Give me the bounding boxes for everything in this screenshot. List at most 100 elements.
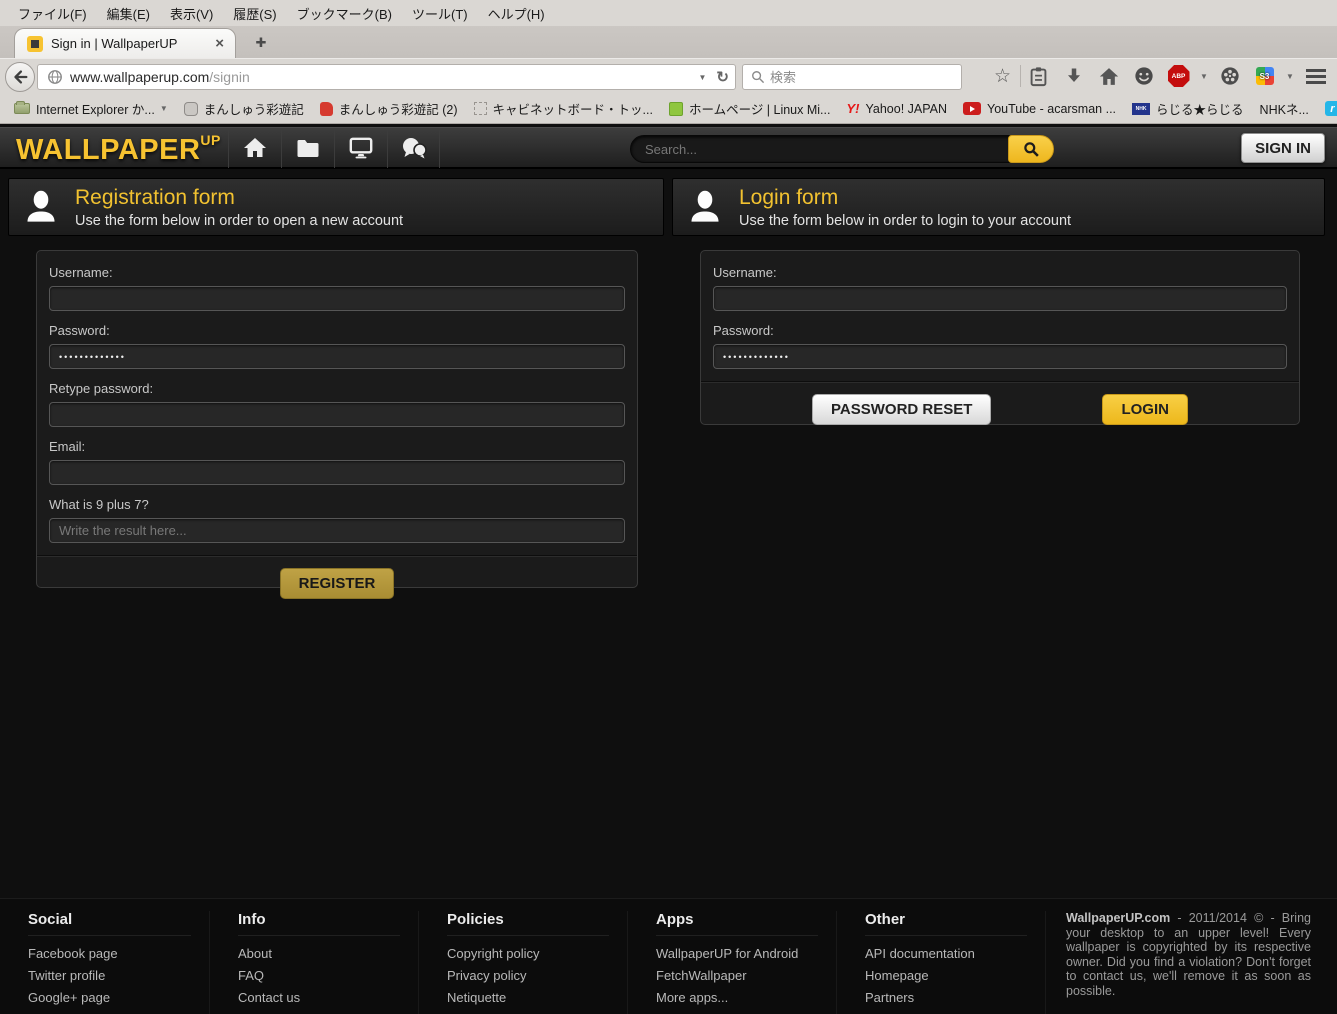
field-label: Password: <box>713 323 1287 338</box>
footer-link[interactable]: About <box>238 943 400 965</box>
footer-link[interactable]: Google+ page <box>28 987 191 1009</box>
chat-smiley-icon[interactable] <box>1126 58 1161 94</box>
footer-brand: WallpaperUP.com <box>1066 911 1170 925</box>
tab-close-icon[interactable]: × <box>212 35 227 52</box>
bookmark-radiko[interactable]: r radiko.jp <box>1317 97 1337 121</box>
footer-link[interactable]: Twitter profile <box>28 965 191 987</box>
tab-strip: Sign in | WallpaperUP × ✚ <box>0 26 1337 58</box>
back-button[interactable] <box>5 62 35 92</box>
footer-column-title: Info <box>238 911 400 936</box>
reg-password-input[interactable] <box>49 344 625 369</box>
search-icon <box>751 70 765 84</box>
footer-link[interactable]: API documentation <box>865 943 1027 965</box>
bookmark-star-icon[interactable]: ☆ <box>985 58 1020 94</box>
footer-link[interactable]: Facebook page <box>28 943 191 965</box>
menu-file[interactable]: ファイル(F) <box>8 1 97 26</box>
browser-search-box[interactable] <box>742 64 962 90</box>
login-subtitle: Use the form below in order to login to … <box>739 213 1071 229</box>
footer-link[interactable]: FetchWallpaper <box>656 965 818 987</box>
bookmark-item[interactable]: NHKネ... <box>1252 97 1317 121</box>
footer-column-info: Info About FAQ Contact us <box>209 911 418 1014</box>
field-label: Password: <box>49 323 625 338</box>
reg-captcha-input[interactable] <box>49 518 625 543</box>
footer-link[interactable]: Contact us <box>238 987 400 1009</box>
bookmark-nhk-radio[interactable]: NHK らじる★らじる <box>1124 97 1252 121</box>
screen: ファイル(F) 編集(E) 表示(V) 履歴(S) ブックマーク(B) ツール(… <box>0 0 1337 1014</box>
login-button[interactable]: LOGIN <box>1102 394 1188 425</box>
footer-link[interactable]: Privacy policy <box>447 965 609 987</box>
bookmark-label: YouTube - acarsman ... <box>987 102 1116 116</box>
yahoo-icon: Y! <box>846 101 859 116</box>
reload-icon[interactable]: ↻ <box>716 68 729 86</box>
home-icon[interactable] <box>1091 58 1126 94</box>
bookmark-item[interactable]: キャビネットボード・トッ... <box>466 97 661 121</box>
bookmark-label: らじる★らじる <box>1156 99 1244 118</box>
menu-hamburger-icon[interactable] <box>1298 58 1333 94</box>
bookmark-label: NHKネ... <box>1260 99 1309 118</box>
nav-desktop-button[interactable] <box>334 128 387 168</box>
adblock-dropdown-icon[interactable]: ▼ <box>1196 58 1212 94</box>
nav-categories-button[interactable] <box>281 128 334 168</box>
menu-view[interactable]: 表示(V) <box>160 1 223 26</box>
footer-about: WallpaperUP.com - 2011/2014 © - Bring yo… <box>1045 911 1337 1014</box>
footer-about-text: WallpaperUP.com - 2011/2014 © - Bring yo… <box>1066 911 1311 998</box>
login-password-input[interactable] <box>713 344 1287 369</box>
nav-chat-button[interactable] <box>387 128 440 168</box>
browser-tab[interactable]: Sign in | WallpaperUP × <box>14 28 236 58</box>
password-reset-button[interactable]: PASSWORD RESET <box>812 394 991 425</box>
adblock-icon[interactable]: ABP <box>1161 58 1196 94</box>
reading-list-icon[interactable] <box>1021 58 1056 94</box>
footer-link[interactable]: More apps... <box>656 987 818 1009</box>
url-bar[interactable]: www.wallpaperup.com /signin ▼ ↻ <box>37 64 736 90</box>
bookmark-label: ホームページ | Linux Mi... <box>689 99 831 118</box>
site-favicon-icon <box>669 102 683 116</box>
bookmark-label: まんしゅう彩遊記 <box>204 99 304 118</box>
bookmark-item[interactable]: まんしゅう彩遊記 <box>176 97 312 121</box>
bookmark-youtube[interactable]: YouTube - acarsman ... <box>955 97 1124 121</box>
footer-link[interactable]: WallpaperUP for Android <box>656 943 818 965</box>
site-logo[interactable]: WALLPAPERUP <box>16 132 221 167</box>
reg-username-input[interactable] <box>49 286 625 311</box>
bookmark-item[interactable]: まんしゅう彩遊記 (2) <box>312 97 466 121</box>
url-dropdown-icon[interactable]: ▼ <box>699 73 707 82</box>
footer-link[interactable]: FAQ <box>238 965 400 987</box>
register-button[interactable]: REGISTER <box>280 568 395 599</box>
new-tab-button[interactable]: ✚ <box>248 32 274 54</box>
site-search-box <box>630 135 1054 163</box>
field-label: Retype password: <box>49 381 625 396</box>
browser-search-input[interactable] <box>770 70 920 85</box>
bookmark-yahoo[interactable]: Y! Yahoo! JAPAN <box>838 97 955 121</box>
footer-column-other: Other API documentation Homepage Partner… <box>836 911 1045 1014</box>
footer-link[interactable]: Partners <box>865 987 1027 1009</box>
site-footer: Social Facebook page Twitter profile Goo… <box>0 898 1337 1014</box>
menu-bookmarks[interactable]: ブックマーク(B) <box>287 1 402 26</box>
menu-edit[interactable]: 編集(E) <box>97 1 160 26</box>
video-helper-icon[interactable] <box>1212 58 1247 94</box>
bookmark-label: キャビネットボード・トッ... <box>493 99 653 118</box>
chat-icon <box>401 137 427 159</box>
downloads-icon[interactable] <box>1056 58 1091 94</box>
login-username-input[interactable] <box>713 286 1287 311</box>
signin-button[interactable]: SIGN IN <box>1241 133 1325 163</box>
menu-tools[interactable]: ツール(T) <box>402 1 478 26</box>
registration-subtitle: Use the form below in order to open a ne… <box>75 213 403 229</box>
site-search-button[interactable] <box>1008 135 1054 163</box>
home-icon <box>243 137 267 159</box>
browser-menubar: ファイル(F) 編集(E) 表示(V) 履歴(S) ブックマーク(B) ツール(… <box>0 0 1337 26</box>
footer-link[interactable]: Netiquette <box>447 987 609 1009</box>
site-search-input[interactable] <box>645 136 975 162</box>
footer-link[interactable]: Copyright policy <box>447 943 609 965</box>
translator-icon[interactable]: S3 <box>1247 58 1282 94</box>
bookmark-item[interactable]: ホームページ | Linux Mi... <box>661 97 839 121</box>
menu-history[interactable]: 履歴(S) <box>223 1 286 26</box>
reg-email-input[interactable] <box>49 460 625 485</box>
nav-home-button[interactable] <box>228 128 281 168</box>
menu-help[interactable]: ヘルプ(H) <box>478 1 555 26</box>
reg-retype-password-input[interactable] <box>49 402 625 427</box>
bookmark-folder-ie[interactable]: Internet Explorer か... ▼ <box>6 97 176 121</box>
registration-form: Username: Password: Retype password: Ema… <box>36 250 638 588</box>
translator-dropdown-icon[interactable]: ▼ <box>1282 58 1298 94</box>
footer-link[interactable]: Homepage <box>865 965 1027 987</box>
person-icon <box>687 189 723 225</box>
person-icon <box>23 189 59 225</box>
